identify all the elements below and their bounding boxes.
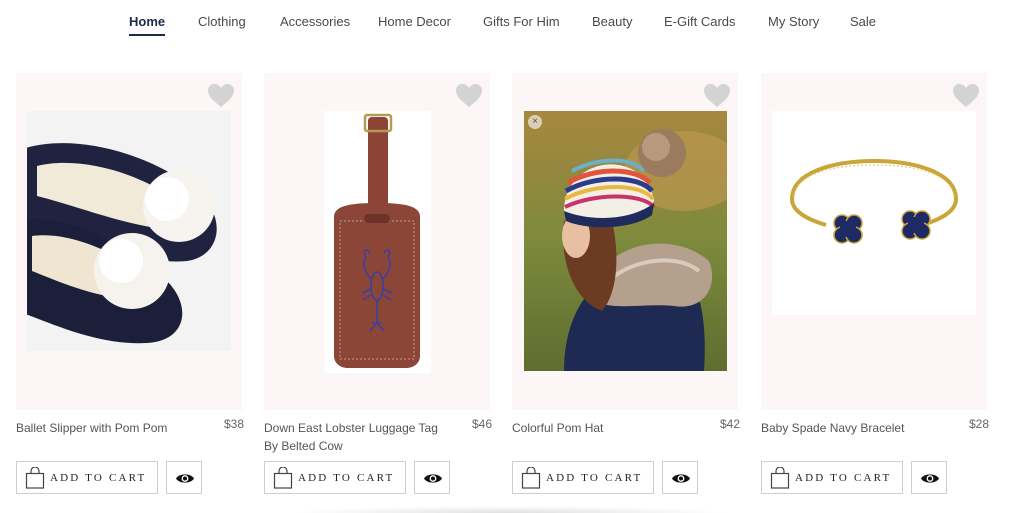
quick-view-button[interactable] <box>414 461 450 494</box>
product-name[interactable]: Baby Spade Navy Bracelet <box>761 419 941 437</box>
nav-clothing[interactable]: Clothing <box>198 14 246 29</box>
nav-beauty[interactable]: Beauty <box>592 14 632 29</box>
eye-icon <box>176 474 194 483</box>
add-to-cart-button[interactable]: ADD TO CART <box>16 461 158 494</box>
product-name[interactable]: Down East Lobster Luggage Tag By Belted … <box>264 419 444 455</box>
heart-icon[interactable] <box>208 84 234 108</box>
eye-icon <box>672 474 690 483</box>
main-nav: Home Clothing Accessories Home Decor Gif… <box>0 0 1024 44</box>
heart-icon[interactable] <box>456 84 482 108</box>
active-underline <box>129 34 166 36</box>
shopping-bag-icon <box>770 467 790 489</box>
pom-hat-image[interactable]: × <box>524 111 727 371</box>
luggage-tag-image[interactable] <box>324 111 431 373</box>
eye-icon <box>424 474 442 483</box>
product-price: $28 <box>968 417 989 431</box>
product-price: $38 <box>223 417 244 431</box>
shopping-bag-icon <box>521 467 541 489</box>
add-to-cart-button[interactable]: ADD TO CART <box>512 461 654 494</box>
bottom-shadow <box>290 506 730 513</box>
product-price: $42 <box>719 417 740 431</box>
bracelet-image[interactable] <box>772 111 976 315</box>
add-to-cart-label: ADD TO CART <box>50 472 147 484</box>
nav-home-label: Home <box>129 14 166 29</box>
quick-view-button[interactable] <box>166 461 202 494</box>
add-to-cart-button[interactable]: ADD TO CART <box>264 461 406 494</box>
product-name[interactable]: Colorful Pom Hat <box>512 419 692 437</box>
nav-my-story[interactable]: My Story <box>768 14 819 29</box>
quick-view-button[interactable] <box>662 461 698 494</box>
product-price: $46 <box>471 417 492 431</box>
add-to-cart-label: ADD TO CART <box>298 472 395 484</box>
shopping-bag-icon <box>273 467 293 489</box>
nav-sale[interactable]: Sale <box>850 14 876 29</box>
nav-home-decor[interactable]: Home Decor <box>378 14 451 29</box>
slipper-image[interactable] <box>27 111 231 351</box>
heart-icon[interactable] <box>704 84 730 108</box>
add-to-cart-label: ADD TO CART <box>546 472 643 484</box>
nav-gifts-for-him[interactable]: Gifts For Him <box>483 14 560 29</box>
product-name[interactable]: Ballet Slipper with Pom Pom <box>16 419 196 437</box>
nav-home[interactable]: Home <box>129 14 166 36</box>
add-to-cart-button[interactable]: ADD TO CART <box>761 461 903 494</box>
close-icon[interactable]: × <box>528 115 542 129</box>
add-to-cart-label: ADD TO CART <box>795 472 892 484</box>
nav-accessories[interactable]: Accessories <box>280 14 350 29</box>
eye-icon <box>921 474 939 483</box>
shopping-bag-icon <box>25 467 45 489</box>
heart-icon[interactable] <box>953 84 979 108</box>
nav-e-gift-cards[interactable]: E-Gift Cards <box>664 14 736 29</box>
quick-view-button[interactable] <box>911 461 947 494</box>
